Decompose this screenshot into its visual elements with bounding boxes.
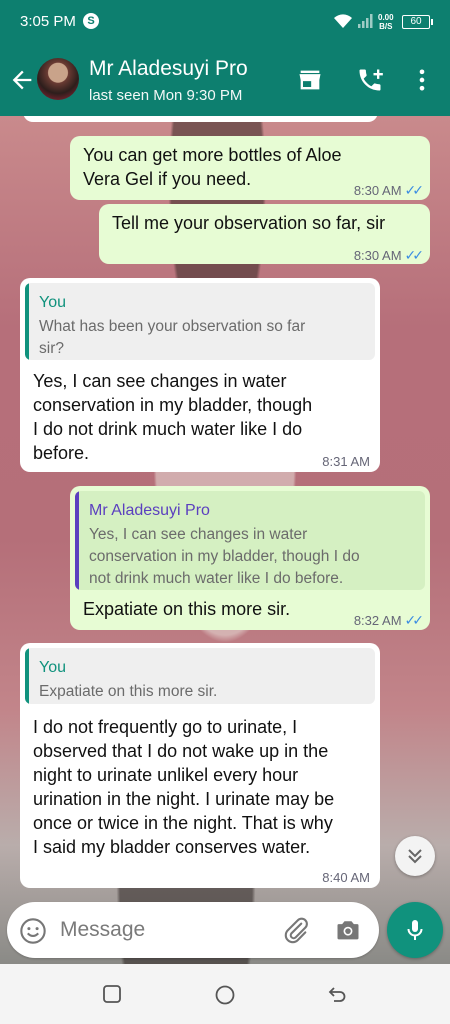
network-speed-unit: B/S [379, 22, 393, 31]
home-icon[interactable] [214, 984, 236, 1006]
message-meta: 8:32 AM ✓✓ [353, 608, 425, 633]
voice-record-button[interactable] [387, 902, 443, 958]
chat-area[interactable]: You can get more bottles of Aloe Vera Ge… [0, 116, 450, 964]
quote-bar [25, 648, 29, 704]
message-line: I do not frequently go to urinate, I [33, 717, 298, 737]
status-time: 3:05 PM [20, 13, 76, 30]
recents-icon[interactable] [102, 984, 122, 1004]
wifi-icon [334, 14, 352, 28]
message-meta: 8:30 AM ✓✓ [353, 243, 425, 268]
message-input[interactable]: Message [60, 918, 145, 942]
message-text: Tell me your observation so far, sir [112, 213, 386, 233]
last-seen: last seen Mon 9:30 PM [89, 87, 243, 104]
quote-text: Expatiate on this more sir. [39, 681, 217, 703]
quoted-message[interactable]: You What has been your observation so fa… [25, 283, 375, 360]
camera-icon[interactable] [334, 916, 362, 944]
double-chevron-down-icon [408, 849, 422, 864]
message-line: I said my bladder conserves water. [33, 837, 311, 857]
read-ticks-icon: ✓✓ [404, 247, 425, 263]
message-bubble-incoming[interactable]: You What has been your observation so fa… [20, 278, 380, 472]
avatar[interactable] [37, 58, 79, 100]
message-time: 8:30 AM [353, 248, 402, 263]
scroll-to-bottom-button[interactable] [395, 836, 435, 876]
back-arrow-icon[interactable] [8, 66, 36, 94]
message-line: You can get more bottles of Aloe [83, 145, 342, 165]
quote-bar [25, 283, 29, 360]
message-text: Expatiate on this more sir. [83, 599, 291, 619]
message-time: 8:30 AM [353, 183, 402, 198]
battery-icon: 60 [402, 15, 433, 29]
message-line: once or twice in the night. That is why [33, 813, 333, 833]
contact-name[interactable]: Mr Aladesuyi Pro [89, 57, 248, 81]
message-line: Yes, I can see changes in water [33, 371, 287, 391]
message-line: I do not drink much water like I do [33, 419, 303, 439]
message-line: Vera Gel if you need. [83, 169, 252, 189]
quote-line: not drink much water like I do before. [89, 570, 344, 587]
network-speed-value: 0.00 [378, 13, 394, 22]
store-icon[interactable] [296, 66, 324, 94]
message-time: 8:32 AM [353, 613, 402, 628]
emoji-icon[interactable] [19, 917, 47, 945]
message-bubble-partial[interactable] [23, 116, 378, 122]
mic-icon [407, 920, 423, 940]
chat-header: Mr Aladesuyi Pro last seen Mon 9:30 PM [0, 44, 450, 116]
add-call-icon[interactable] [356, 66, 384, 94]
quote-line: What has been your observation so far [39, 318, 306, 335]
quote-bar [75, 491, 79, 590]
message-line: conservation in my bladder, though [33, 395, 313, 415]
message-bubble-outgoing[interactable]: You can get more bottles of Aloe Vera Ge… [70, 136, 430, 200]
back-icon[interactable] [326, 984, 348, 1006]
app-notification-icon: S [83, 13, 99, 29]
more-vert-icon[interactable] [408, 66, 436, 94]
read-ticks-icon: ✓✓ [404, 182, 425, 198]
signal-icon [358, 14, 373, 28]
message-line: urination in the night. I urinate may be [33, 789, 335, 809]
message-meta: 8:30 AM ✓✓ [353, 178, 425, 203]
message-time: 8:31 AM [322, 454, 370, 469]
message-composer[interactable]: Message [7, 902, 379, 958]
message-line: before. [33, 443, 90, 463]
quoted-message[interactable]: You Expatiate on this more sir. [25, 648, 375, 704]
message-bubble-outgoing[interactable]: Mr Aladesuyi Pro Yes, I can see changes … [70, 486, 430, 630]
message-time: 8:40 AM [322, 870, 370, 885]
message-bubble-outgoing[interactable]: Tell me your observation so far, sir 8:3… [99, 204, 430, 264]
quote-author: You [39, 659, 66, 676]
network-speed: 0.00 B/S [378, 13, 394, 31]
quote-author: Mr Aladesuyi Pro [89, 502, 210, 519]
message-text: I do not frequently go to urinate, I obs… [33, 715, 334, 859]
attach-icon[interactable] [282, 916, 310, 944]
message-line: night to urinate unlikel every hour [33, 765, 299, 785]
message-text: Yes, I can see changes in water conserva… [33, 369, 312, 465]
quote-line: Expatiate on this more sir. [39, 683, 218, 700]
quote-text: Yes, I can see changes in water conserva… [89, 524, 360, 590]
quote-line: Yes, I can see changes in water [89, 526, 308, 543]
read-ticks-icon: ✓✓ [404, 612, 425, 628]
status-bar: 3:05 PM S 0.00 B/S 60 [0, 0, 450, 44]
message-bubble-incoming[interactable]: You Expatiate on this more sir. I do not… [20, 643, 380, 888]
quote-text: What has been your observation so far si… [39, 316, 305, 360]
quoted-message[interactable]: Mr Aladesuyi Pro Yes, I can see changes … [75, 491, 425, 590]
system-navigation-bar [0, 964, 450, 1024]
quote-author: You [39, 294, 66, 311]
quote-line: sir? [39, 340, 64, 357]
message-line: observed that I do not wake up in the [33, 741, 329, 761]
quote-line: conservation in my bladder, though I do [89, 548, 360, 565]
message-text: You can get more bottles of Aloe Vera Ge… [83, 143, 342, 191]
